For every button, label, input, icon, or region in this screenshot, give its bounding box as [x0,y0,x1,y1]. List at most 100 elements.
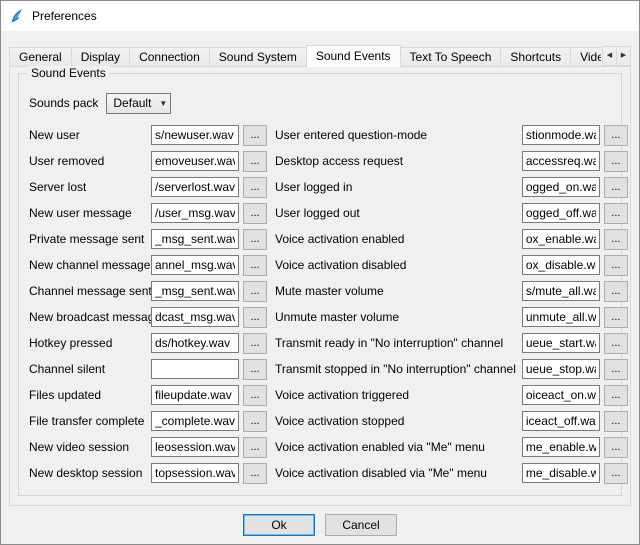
browse-button[interactable]: ... [604,411,628,432]
tab-video[interactable]: Video [570,47,601,66]
sound-event-label: Channel message sent [29,284,151,298]
sound-file-input[interactable] [151,203,239,223]
tab-connection[interactable]: Connection [129,47,210,66]
browse-button[interactable]: ... [604,385,628,406]
sound-event-row: User entered question-mode ... [275,122,628,148]
sound-file-input[interactable] [522,411,600,431]
browse-button[interactable]: ... [243,463,267,484]
browse-button[interactable]: ... [604,151,628,172]
browse-button[interactable]: ... [243,307,267,328]
chevron-left-icon: ◀ [607,52,612,59]
tab-label: Text To Speech [410,50,492,64]
browse-button[interactable]: ... [604,359,628,380]
ok-button[interactable]: Ok [243,514,315,536]
sound-file-input[interactable] [151,385,239,405]
tab-general[interactable]: General [9,47,72,66]
sound-file-input[interactable] [522,255,600,275]
sound-event-label: Channel silent [29,362,151,376]
sound-file-input[interactable] [151,333,239,353]
sound-event-label: New video session [29,440,151,454]
browse-button[interactable]: ... [604,229,628,250]
sound-event-row: Unmute master volume ... [275,304,628,330]
sound-event-row: Hotkey pressed ... [29,330,267,356]
sound-event-label: Voice activation triggered [275,388,522,402]
sound-event-row: Private message sent ... [29,226,267,252]
tabbar: General DisplayConnectionSound SystemSoun… [9,45,631,67]
browse-button[interactable]: ... [243,281,267,302]
browse-button[interactable]: ... [604,333,628,354]
sound-file-input[interactable] [522,203,600,223]
sound-event-label: Voice activation disabled via "Me" menu [275,466,522,480]
tab-display[interactable]: Display [71,47,130,66]
tab-label: General [19,50,62,64]
sound-event-label: New channel message [29,258,151,272]
browse-button[interactable]: ... [604,307,628,328]
browse-button[interactable]: ... [604,255,628,276]
sound-event-row: User removed ... [29,148,267,174]
sound-file-input[interactable] [151,281,239,301]
sound-event-row: Voice activation enabled ... [275,226,628,252]
browse-button[interactable]: ... [243,255,267,276]
sound-event-label: Hotkey pressed [29,336,151,350]
sound-event-label: Files updated [29,388,151,402]
sound-file-input[interactable] [151,437,239,457]
browse-button[interactable]: ... [243,333,267,354]
sound-file-input[interactable] [522,307,600,327]
window-title: Preferences [32,9,97,23]
sound-file-input[interactable] [151,255,239,275]
cancel-button[interactable]: Cancel [325,514,397,536]
browse-button[interactable]: ... [604,125,628,146]
browse-button[interactable]: ... [243,359,267,380]
footer: Ok Cancel [9,514,631,536]
browse-button[interactable]: ... [243,151,267,172]
sound-file-input[interactable] [522,281,600,301]
sound-file-input[interactable] [151,307,239,327]
tab-sound-system[interactable]: Sound System [209,47,307,66]
browse-button[interactable]: ... [243,203,267,224]
browse-button[interactable]: ... [243,385,267,406]
browse-button[interactable]: ... [604,203,628,224]
preferences-dialog: Preferences GeneralDisplayConnectionSoun… [0,0,640,545]
sounds-pack-combobox[interactable]: Default ▼ [106,93,171,114]
sound-file-input[interactable] [522,359,600,379]
sound-event-label: Voice activation enabled [275,232,522,246]
sound-file-input[interactable] [151,177,239,197]
browse-button[interactable]: ... [243,437,267,458]
tab-scroll-left-button[interactable]: ◀ [602,46,617,66]
sound-event-label: New desktop session [29,466,151,480]
browse-button[interactable]: ... [243,411,267,432]
sound-event-row: Channel message sent ... [29,278,267,304]
sound-file-input[interactable] [151,463,239,483]
tab-sound-events[interactable]: Sound Events [306,45,401,67]
sound-file-input[interactable] [522,151,600,171]
browse-button[interactable]: ... [604,281,628,302]
browse-button[interactable]: ... [243,229,267,250]
tab-strip: General DisplayConnectionSound SystemSoun… [9,45,601,67]
sound-file-input[interactable] [522,333,600,353]
sound-event-label: User logged in [275,180,522,194]
browse-button[interactable]: ... [604,463,628,484]
tab-pane: Sound Events Sounds pack Default ▼ New u… [9,66,631,506]
tab-scroll-right-button[interactable]: ▶ [616,46,631,66]
sound-file-input[interactable] [522,229,600,249]
events-column-right: User entered question-mode ... Desktop a… [275,122,628,486]
sound-file-input[interactable] [151,151,239,171]
sound-file-input[interactable] [522,177,600,197]
sound-file-input[interactable] [522,463,600,483]
sound-file-input[interactable] [151,125,239,145]
groupbox-legend: Sound Events [27,66,110,80]
browse-button[interactable]: ... [243,125,267,146]
sound-file-input[interactable] [522,385,600,405]
sound-file-input[interactable] [151,359,239,379]
tab-shortcuts[interactable]: Shortcuts [500,47,571,66]
sound-file-input[interactable] [151,411,239,431]
sound-file-input[interactable] [151,229,239,249]
browse-button[interactable]: ... [604,177,628,198]
browse-button[interactable]: ... [604,437,628,458]
browse-button[interactable]: ... [243,177,267,198]
events-column-left: New user ... User removed ... Server los… [29,122,267,486]
sound-event-row: Channel silent ... [29,356,267,382]
sound-file-input[interactable] [522,125,600,145]
tab-text-to-speech[interactable]: Text To Speech [400,47,502,66]
sound-file-input[interactable] [522,437,600,457]
